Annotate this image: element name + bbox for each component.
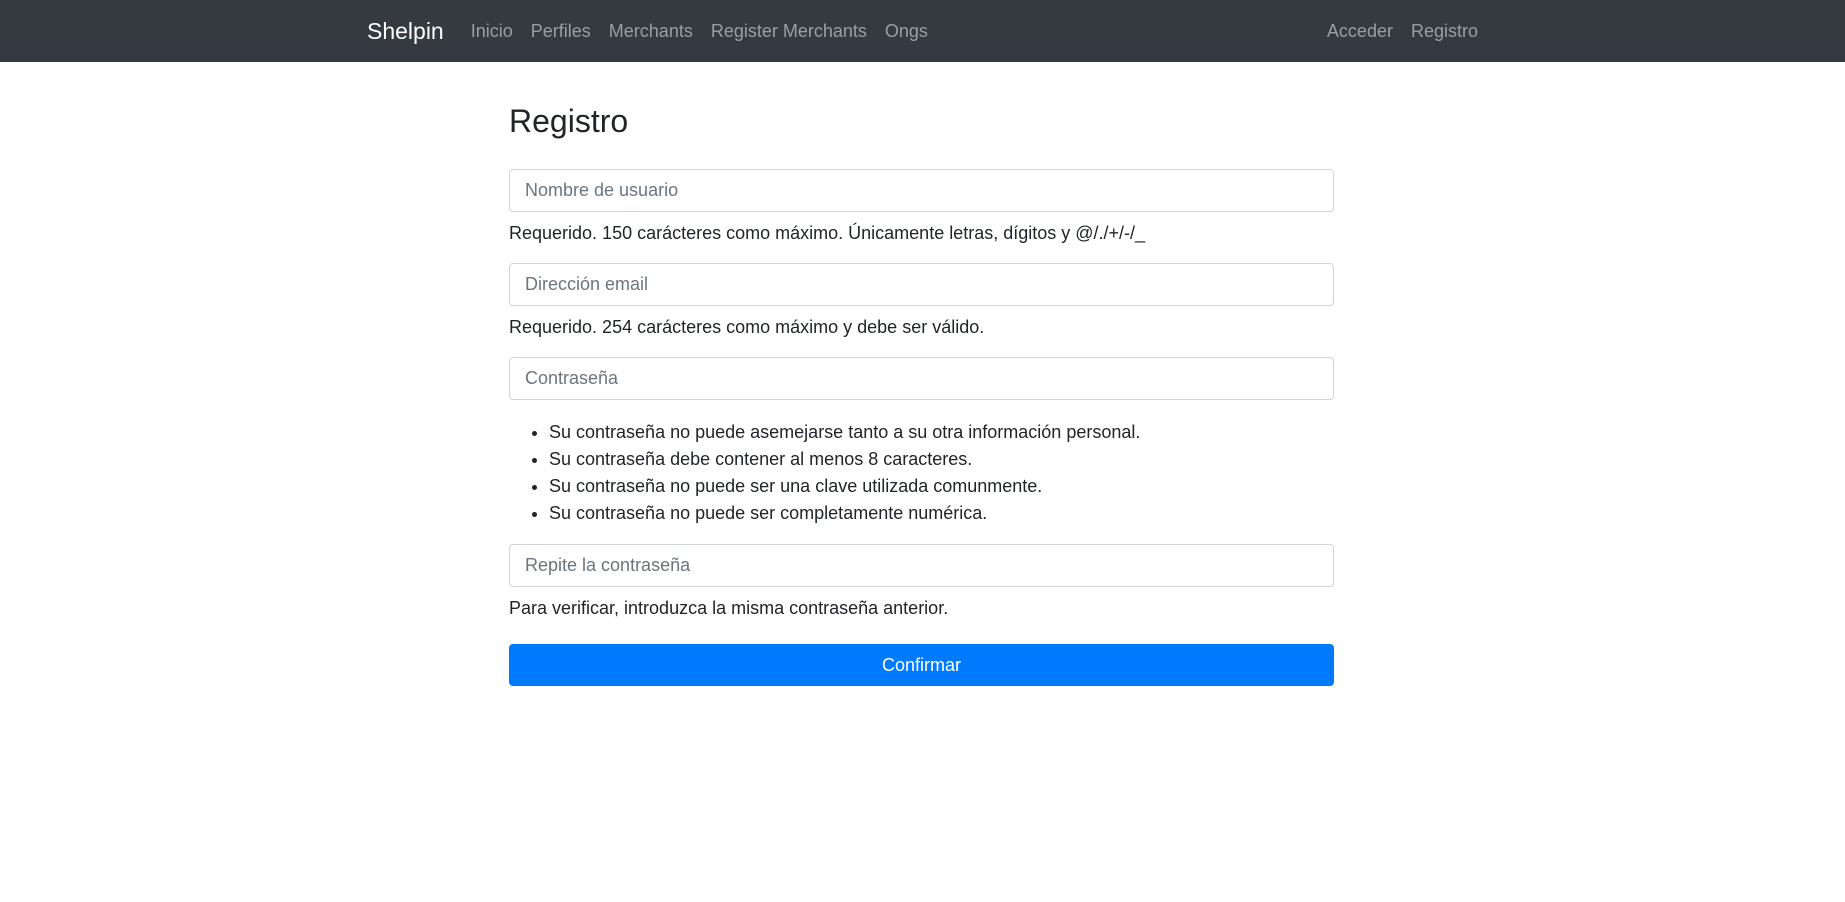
register-form: Requerido. 150 carácteres como máximo. Ú… bbox=[509, 169, 1334, 687]
nav-link-inicio[interactable]: Inicio bbox=[462, 22, 522, 40]
nav-link-ongs[interactable]: Ongs bbox=[876, 22, 937, 40]
password-rule-item: Su contraseña debe contener al menos 8 c… bbox=[549, 446, 1334, 473]
navbar-left: Shelpin Inicio Perfiles Merchants Regist… bbox=[367, 19, 937, 43]
email-input[interactable] bbox=[509, 263, 1334, 307]
username-help-text: Requerido. 150 carácteres como máximo. Ú… bbox=[509, 223, 1146, 244]
nav-link-registro[interactable]: Registro bbox=[1402, 22, 1478, 40]
page-title: Registro bbox=[509, 103, 629, 139]
navbar-container: Shelpin Inicio Perfiles Merchants Regist… bbox=[352, 0, 1493, 62]
password-input[interactable] bbox=[509, 357, 1334, 401]
password-rules-list: Su contraseña no puede asemejarse tanto … bbox=[509, 419, 1334, 527]
password-rule-item: Su contraseña no puede ser completamente… bbox=[549, 500, 1334, 527]
username-input[interactable] bbox=[509, 169, 1334, 213]
email-help-text: Requerido. 254 carácteres como máximo y … bbox=[509, 317, 985, 338]
main-container: Registro Requerido. 150 carácteres como … bbox=[509, 62, 1334, 687]
password-rule-item: Su contraseña no puede asemejarse tanto … bbox=[549, 419, 1334, 446]
password-confirm-help-text: Para verificar, introduzca la misma cont… bbox=[509, 598, 949, 619]
nav-link-perfiles[interactable]: Perfiles bbox=[522, 22, 600, 40]
nav-link-acceder[interactable]: Acceder bbox=[1318, 22, 1402, 40]
brand-link[interactable]: Shelpin bbox=[367, 19, 444, 43]
password-rule-item: Su contraseña no puede ser una clave uti… bbox=[549, 473, 1334, 500]
nav-link-register-merchants[interactable]: Register Merchants bbox=[702, 22, 876, 40]
confirm-button[interactable]: Confirmar bbox=[509, 644, 1334, 687]
navbar-right: Acceder Registro bbox=[1318, 22, 1478, 40]
password-confirm-input[interactable] bbox=[509, 544, 1334, 588]
top-navbar: Shelpin Inicio Perfiles Merchants Regist… bbox=[0, 0, 1845, 62]
nav-link-merchants[interactable]: Merchants bbox=[600, 22, 702, 40]
